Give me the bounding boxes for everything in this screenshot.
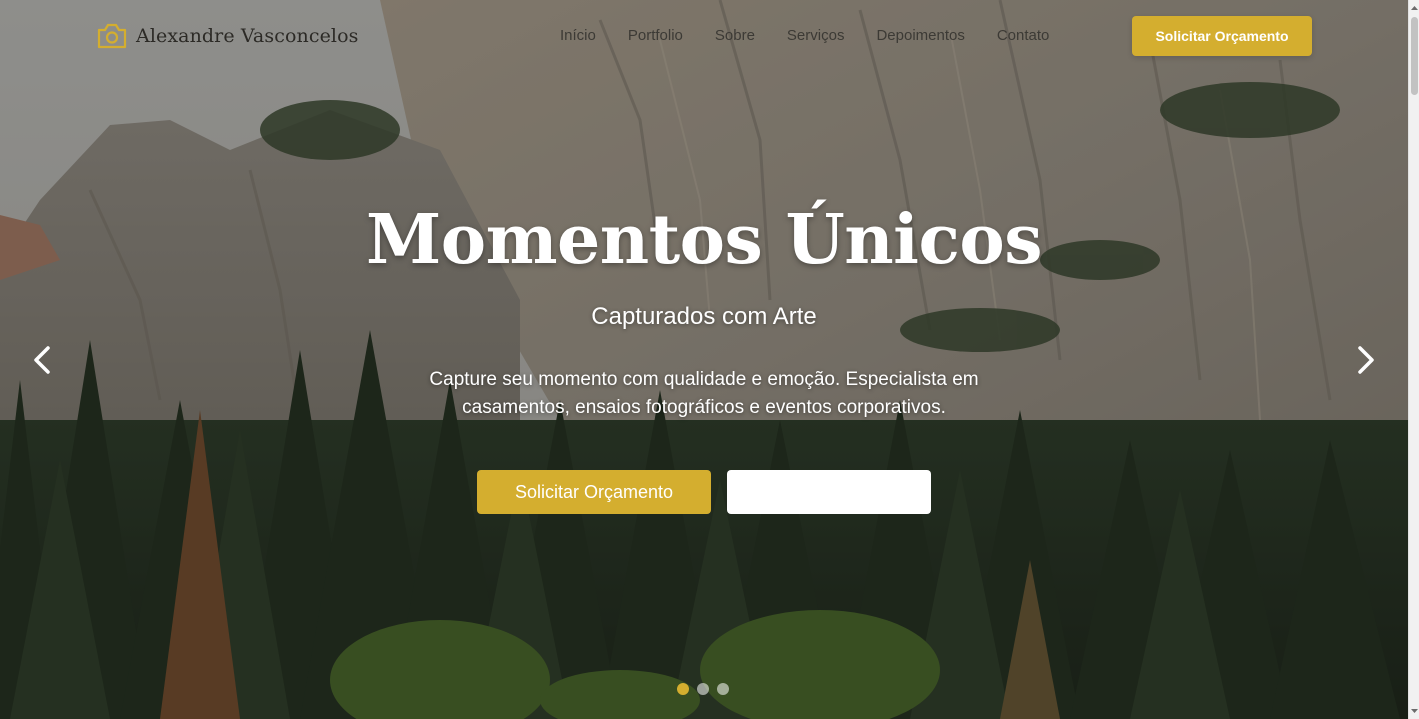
hero-quote-button[interactable]: Solicitar Orçamento	[477, 470, 711, 514]
hero-secondary-button[interactable]	[727, 470, 931, 514]
carousel-dot-3[interactable]	[717, 683, 729, 695]
carousel-indicators	[677, 683, 729, 695]
hero-section: Momentos Únicos Capturados com Arte Capt…	[0, 0, 1408, 719]
hero-subtitle: Capturados com Arte	[591, 303, 817, 330]
carousel-dot-2[interactable]	[697, 683, 709, 695]
scrollbar-thumb[interactable]	[1411, 17, 1418, 95]
page: Alexandre Vasconcelos Início Portfolio S…	[0, 0, 1419, 719]
hero-description: Capture seu momento com qualidade e emoç…	[429, 369, 979, 418]
chevron-left-icon	[34, 346, 50, 374]
carousel-dot-1[interactable]	[677, 683, 689, 695]
carousel-next-button[interactable]	[1348, 340, 1384, 380]
scroll-down-arrow-icon[interactable]	[1410, 706, 1419, 716]
scroll-up-arrow-icon[interactable]	[1410, 3, 1419, 13]
hero-title: Momentos Únicos	[365, 200, 1043, 280]
carousel-prev-button[interactable]	[24, 340, 60, 380]
page-scrollbar[interactable]	[1408, 0, 1419, 719]
chevron-right-icon	[1358, 346, 1374, 374]
